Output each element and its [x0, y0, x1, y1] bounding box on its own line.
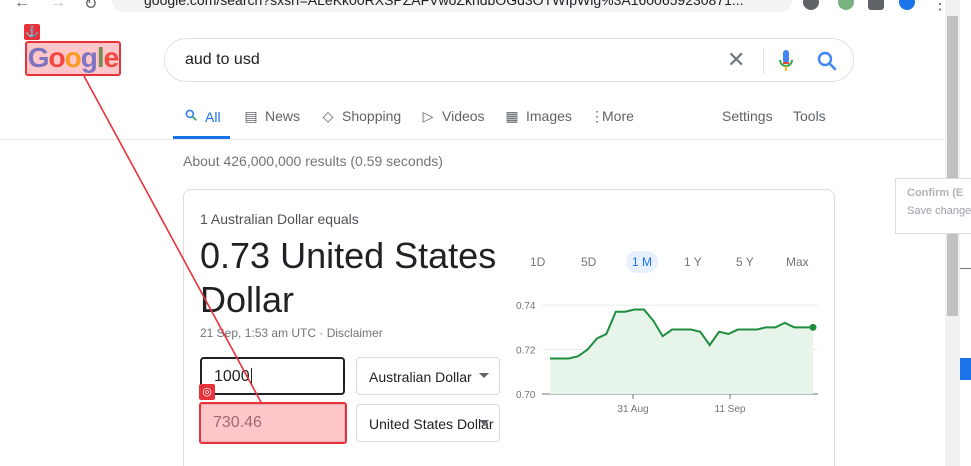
browser-toolbar: ← → ↻ google.com/search?sxsrf=ALeKk00RXS… — [0, 0, 948, 14]
avatar[interactable] — [899, 0, 915, 10]
extension-icon[interactable] — [803, 0, 819, 10]
extension-icon-2[interactable] — [838, 0, 854, 10]
range-button-max[interactable]: Max — [786, 251, 809, 273]
tab-label: More — [602, 108, 634, 124]
range-button-1m[interactable]: 1 M — [626, 251, 659, 273]
range-button-5y[interactable]: 5 Y — [736, 251, 754, 273]
google-search-page: ← → ↻ google.com/search?sxsrf=ALeKk00RXS… — [0, 0, 971, 466]
tab-settings[interactable]: Settings — [722, 108, 773, 124]
search-icon[interactable] — [815, 49, 839, 73]
address-bar[interactable]: google.com/search?sxsrf=ALeKk00RXSPZAFVw… — [112, 0, 792, 12]
amount-input[interactable]: 1000 — [200, 357, 345, 395]
tab-label: News — [265, 108, 301, 124]
search-input[interactable]: aud to usd — [185, 51, 260, 69]
chevron-down-icon — [479, 373, 489, 378]
side-button[interactable] — [960, 358, 971, 380]
amount-value: 1000 — [214, 368, 250, 385]
tab-label: Settings — [722, 108, 773, 124]
range-button-1d[interactable]: 1D — [530, 251, 545, 273]
tag-icon: ◇ — [322, 108, 334, 124]
scrollbar-thumb[interactable] — [947, 16, 958, 316]
tab-images[interactable]: ▦ Images — [504, 108, 572, 125]
tab-all[interactable]: All — [183, 108, 221, 125]
tab-videos[interactable]: ▷ Videos — [420, 108, 485, 125]
tab-label: Videos — [442, 108, 485, 124]
y-tick-label: 0.74 — [516, 301, 536, 312]
converter-equals-text: 1 Australian Dollar equals — [200, 211, 359, 227]
exchange-rate-chart[interactable]: 0.70 0.72 0.74 31 Aug 11 Sep — [510, 290, 820, 420]
target-icon: ◎ — [199, 384, 215, 400]
search-divider — [763, 48, 764, 74]
search-icon — [183, 108, 199, 125]
tab-news[interactable]: ▤ News — [243, 108, 300, 125]
tab-label: Images — [526, 108, 572, 124]
active-tab-indicator — [173, 136, 230, 139]
puzzle-icon[interactable] — [868, 0, 884, 10]
y-tick-label: 0.70 — [516, 390, 536, 401]
chart-area — [550, 309, 813, 394]
back-icon[interactable]: ← — [14, 0, 30, 12]
converter-result: 0.73 United States Dollar — [200, 235, 497, 320]
to-currency-select[interactable]: United States Dollar — [356, 404, 500, 442]
image-icon: ▦ — [505, 108, 519, 124]
tab-tools[interactable]: Tools — [793, 108, 826, 124]
tab-label: All — [205, 109, 221, 125]
side-panel: Confirm (E Save change — [895, 178, 971, 234]
from-currency-select[interactable]: Australian Dollar — [356, 357, 500, 395]
result-stats: About 426,000,000 results (0.59 seconds) — [183, 153, 443, 169]
range-button-1y[interactable]: 1 Y — [684, 251, 702, 273]
anchor-icon: ⚓ — [24, 24, 40, 40]
y-tick-label: 0.72 — [516, 346, 536, 357]
source-highlight-box — [25, 41, 121, 76]
tab-shopping[interactable]: ◇ Shopping — [320, 108, 402, 125]
x-tick-label: 11 Sep — [715, 404, 746, 415]
from-currency-label: Australian Dollar — [369, 369, 472, 385]
news-icon: ▤ — [244, 108, 258, 124]
chevron-down-icon — [479, 420, 489, 425]
chart-current-point — [809, 323, 817, 331]
search-tabs: All ▤ News ◇ Shopping ▷ Videos ▦ Images ⋮Mor… — [0, 96, 945, 140]
reload-icon[interactable]: ↻ — [84, 0, 97, 14]
to-currency-label: United States Dollar — [369, 416, 494, 432]
tab-label: Tools — [793, 108, 826, 124]
search-box[interactable]: aud to usd ✕ — [164, 38, 854, 82]
tab-label: Shopping — [342, 108, 402, 124]
target-highlight-box — [199, 402, 347, 444]
converter-meta: 21 Sep, 1:53 am UTC · Disclaimer — [200, 326, 383, 340]
forward-icon[interactable]: → — [50, 0, 66, 12]
range-button-5d[interactable]: 5D — [581, 251, 596, 273]
side-panel-subtitle: Save change — [907, 205, 971, 217]
side-panel-title: Confirm (E — [907, 187, 964, 199]
microphone-icon[interactable] — [777, 49, 795, 73]
x-tick-label: 31 Aug — [617, 404, 648, 415]
tab-more[interactable]: ⋮More — [590, 108, 634, 125]
close-icon[interactable]: ✕ — [727, 47, 745, 73]
play-icon: ▷ — [422, 108, 434, 124]
side-divider — [960, 268, 971, 269]
more-vert-icon: ⋮ — [590, 108, 604, 124]
